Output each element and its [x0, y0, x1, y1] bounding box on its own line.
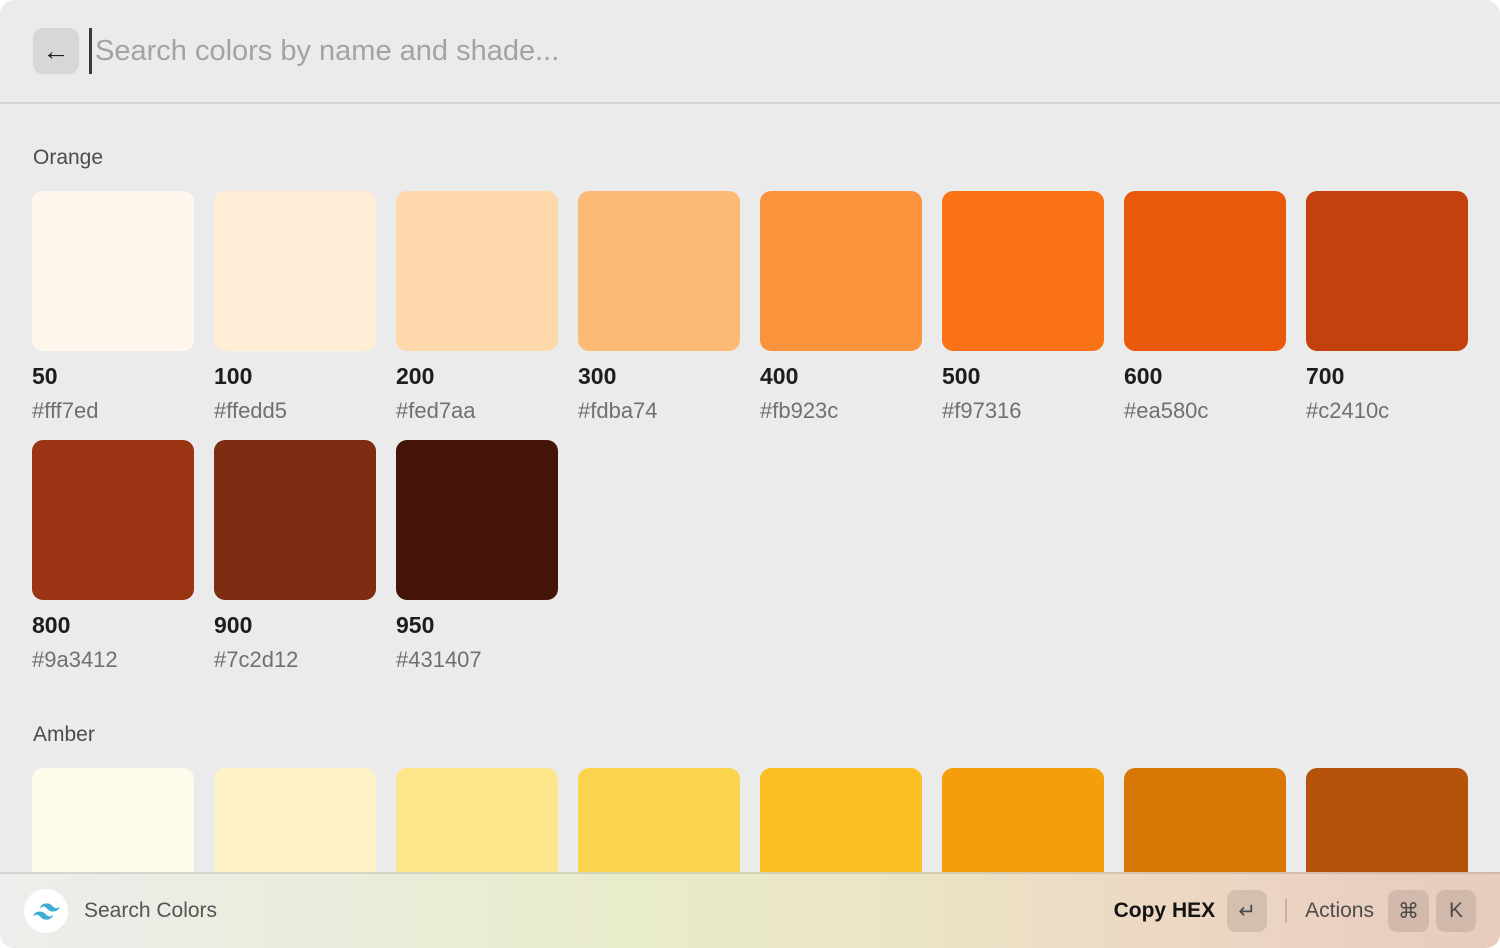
search-input[interactable] [95, 35, 1467, 68]
command-key-icon[interactable]: ⌘ [1388, 890, 1429, 932]
color-swatch[interactable] [32, 440, 194, 600]
swatch-shade-label: 700 [1306, 363, 1468, 390]
swatch-shade-label: 400 [760, 363, 922, 390]
search-bar: ← [0, 0, 1500, 104]
swatch-shade-label: 300 [578, 363, 740, 390]
section-title: Amber [33, 723, 1468, 747]
swatch-shade-label: 950 [396, 612, 558, 639]
color-swatch[interactable] [214, 191, 376, 351]
color-swatch[interactable] [578, 191, 740, 351]
swatch-shade-label: 200 [396, 363, 558, 390]
color-swatch[interactable] [1306, 191, 1468, 351]
color-section: Orange 50 #fff7ed 100 #ffedd5 200 #fed7a… [32, 146, 1468, 673]
footer-action-bar: Search Colors Copy HEX ↵ Actions ⌘ K [0, 872, 1500, 948]
swatch-hex-label: #431407 [396, 647, 558, 673]
color-swatch[interactable] [1124, 191, 1286, 351]
swatch-hex-label: #7c2d12 [214, 647, 376, 673]
section-title: Orange [33, 146, 1468, 170]
k-key-icon[interactable]: K [1436, 890, 1476, 932]
swatch-shade-label: 600 [1124, 363, 1286, 390]
search-colors-window: ← Orange 50 #fff7ed 100 #ffedd5 200 #fed… [0, 0, 1500, 948]
back-button[interactable]: ← [33, 28, 79, 74]
footer-actions: Copy HEX ↵ Actions ⌘ K [1114, 890, 1476, 932]
tailwind-logo-icon [24, 889, 68, 933]
swatch-cell[interactable]: 950 #431407 [396, 440, 558, 673]
swatch-hex-label: #ffedd5 [214, 398, 376, 424]
swatch-cell[interactable]: 900 #7c2d12 [214, 440, 376, 673]
swatch-cell[interactable]: 700 #c2410c [1306, 191, 1468, 424]
extension-title: Search Colors [84, 899, 217, 923]
swatch-shade-label: 50 [32, 363, 194, 390]
swatch-shade-label: 800 [32, 612, 194, 639]
swatch-hex-label: #fff7ed [32, 398, 194, 424]
return-key-icon[interactable]: ↵ [1227, 890, 1267, 932]
swatch-hex-label: #fdba74 [578, 398, 740, 424]
swatch-cell[interactable]: 800 #9a3412 [32, 440, 194, 673]
color-swatch[interactable] [942, 191, 1104, 351]
swatch-hex-label: #9a3412 [32, 647, 194, 673]
swatch-hex-label: #c2410c [1306, 398, 1468, 424]
actions-button[interactable]: Actions [1305, 899, 1374, 923]
back-arrow-icon: ← [43, 36, 70, 67]
swatch-cell[interactable]: 200 #fed7aa [396, 191, 558, 424]
swatch-cell[interactable]: 300 #fdba74 [578, 191, 740, 424]
swatch-hex-label: #fb923c [760, 398, 922, 424]
swatch-hex-label: #ea580c [1124, 398, 1286, 424]
swatch-hex-label: #f97316 [942, 398, 1104, 424]
swatch-shade-label: 500 [942, 363, 1104, 390]
color-swatch[interactable] [214, 440, 376, 600]
color-swatch[interactable] [396, 440, 558, 600]
swatch-shade-label: 900 [214, 612, 376, 639]
swatch-cell[interactable]: 500 #f97316 [942, 191, 1104, 424]
footer-separator [1285, 899, 1287, 923]
color-swatch[interactable] [760, 191, 922, 351]
color-swatch[interactable] [396, 191, 558, 351]
palette-sections: Orange 50 #fff7ed 100 #ffedd5 200 #fed7a… [0, 106, 1500, 948]
swatch-cell[interactable]: 50 #fff7ed [32, 191, 194, 424]
swatch-cell[interactable]: 400 #fb923c [760, 191, 922, 424]
swatch-cell[interactable]: 100 #ffedd5 [214, 191, 376, 424]
text-caret [89, 28, 92, 74]
swatch-cell[interactable]: 600 #ea580c [1124, 191, 1286, 424]
swatch-shade-label: 100 [214, 363, 376, 390]
copy-hex-button[interactable]: Copy HEX [1114, 899, 1216, 923]
swatch-hex-label: #fed7aa [396, 398, 558, 424]
swatch-grid: 50 #fff7ed 100 #ffedd5 200 #fed7aa 300 #… [32, 191, 1468, 673]
color-swatch[interactable] [32, 191, 194, 351]
